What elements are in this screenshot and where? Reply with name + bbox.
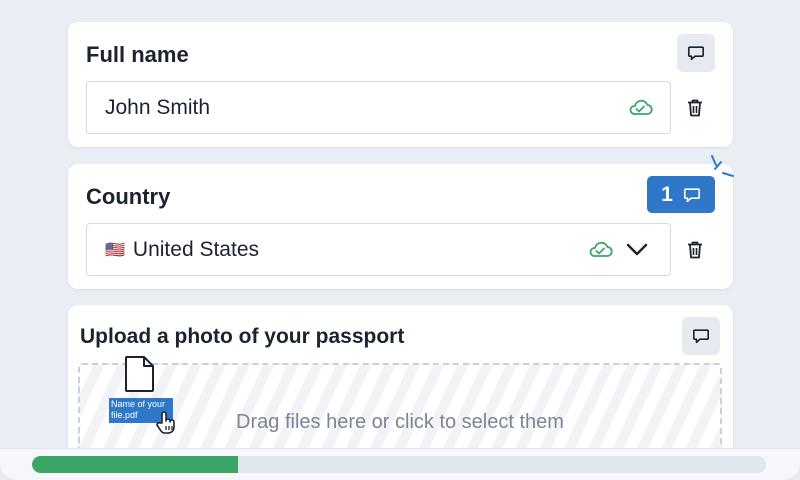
- upload-comment-button[interactable]: [682, 317, 720, 355]
- cloud-check-icon: [629, 99, 653, 115]
- country-delete-trash-icon[interactable]: [686, 240, 704, 260]
- comment-count: 1: [661, 182, 673, 206]
- country-value: United States: [132, 237, 259, 261]
- fullname-card: Full name John Smith: [68, 22, 733, 147]
- fullname-comment-button[interactable]: [677, 34, 715, 72]
- country-title: Country: [86, 184, 171, 209]
- country-select[interactable]: 🇺🇸 United States: [86, 223, 671, 276]
- form-canvas: Full name John Smith Country 🇺🇸 United S…: [0, 0, 800, 480]
- country-comment-badge[interactable]: 1: [647, 176, 715, 213]
- file-icon[interactable]: [123, 355, 157, 393]
- country-card: Country 🇺🇸 United States: [68, 164, 733, 289]
- progress-bar: [32, 456, 766, 473]
- chevron-down-icon[interactable]: [626, 243, 648, 257]
- fullname-title: Full name: [86, 42, 189, 67]
- upload-title: Upload a photo of your passport: [80, 325, 405, 348]
- fullname-input[interactable]: John Smith: [86, 81, 671, 134]
- fullname-delete-trash-icon[interactable]: [686, 98, 704, 118]
- comment-icon: [683, 187, 700, 202]
- progress-fill: [32, 456, 238, 473]
- notification-sparkle-icon: [711, 155, 734, 177]
- hand-pointer-icon: [156, 411, 175, 434]
- cloud-check-icon: [589, 241, 613, 257]
- comment-icon: [692, 329, 710, 344]
- fullname-value: John Smith: [105, 95, 211, 119]
- us-flag-icon: 🇺🇸: [105, 241, 125, 259]
- comment-icon: [687, 46, 705, 61]
